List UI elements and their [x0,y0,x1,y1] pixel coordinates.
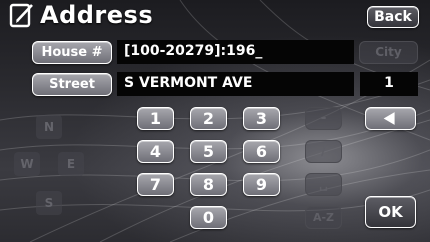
ok-button[interactable]: OK [365,196,416,228]
compass-north: N [36,115,62,139]
address-entry-screen: Address Back House # [100-20279]:196_ Ci… [0,0,430,242]
backspace-button[interactable] [365,107,416,130]
street-field: S VERMONT AVE [117,72,354,96]
notebook-pencil-icon [9,3,33,28]
left-arrow-icon [383,112,395,125]
key-4[interactable]: 4 [137,140,174,163]
a-z-key: A-Z [305,206,342,229]
slash-key: / [305,140,342,163]
compass-east: E [58,152,84,176]
key-7[interactable]: 7 [137,173,174,196]
key-9[interactable]: 9 [243,173,280,196]
key-8[interactable]: 8 [190,173,227,196]
house-number-button[interactable]: House # [32,41,112,64]
city-button[interactable]: City [359,41,418,64]
key-2[interactable]: 2 [190,107,227,130]
street-button[interactable]: Street [32,73,112,96]
street-count: 1 [360,72,418,96]
space-key: ␣ [305,173,342,196]
page-title: Address [40,1,154,29]
key-1[interactable]: 1 [137,107,174,130]
back-button[interactable]: Back [367,6,419,28]
compass-west: W [14,152,40,176]
dash-key: - [305,107,342,130]
key-3[interactable]: 3 [243,107,280,130]
house-number-field[interactable]: [100-20279]:196_ [117,40,354,64]
key-5[interactable]: 5 [190,140,227,163]
compass-south: S [36,191,62,215]
key-0[interactable]: 0 [190,206,227,229]
key-6[interactable]: 6 [243,140,280,163]
